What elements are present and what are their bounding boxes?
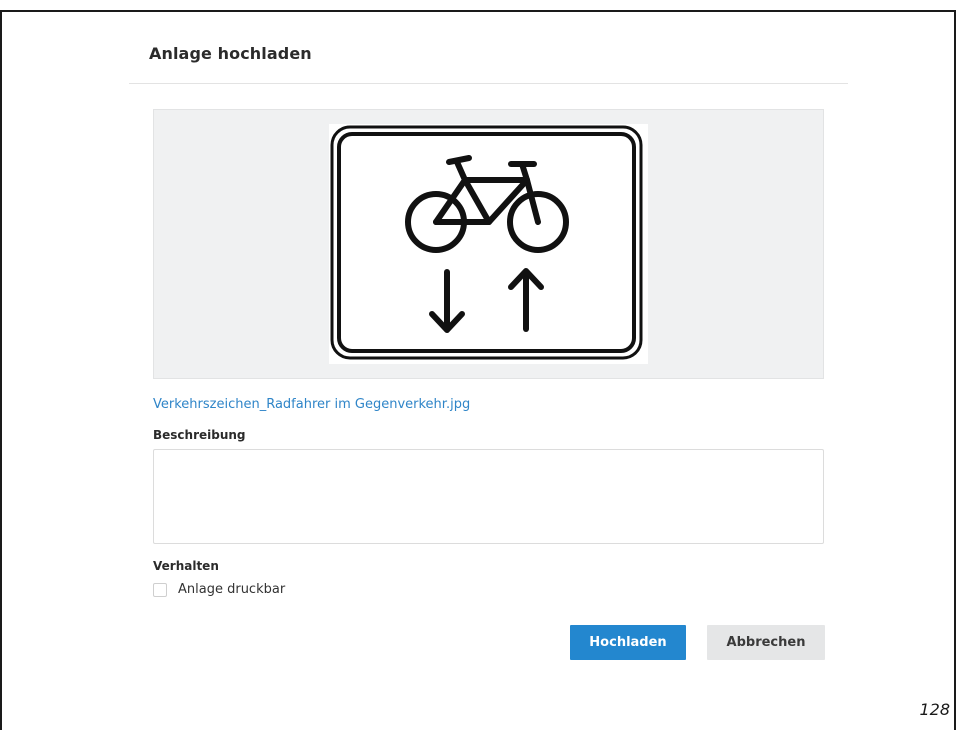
- upload-button[interactable]: Hochladen: [570, 625, 686, 660]
- title-divider: [129, 83, 848, 84]
- cancel-button[interactable]: Abbrechen: [707, 625, 825, 660]
- printable-checkbox-row[interactable]: Anlage druckbar: [153, 582, 285, 597]
- description-label: Beschreibung: [153, 428, 246, 442]
- printable-checkbox-label: Anlage druckbar: [178, 582, 286, 597]
- dialog-title: Anlage hochladen: [149, 44, 312, 63]
- description-textarea[interactable]: [153, 449, 824, 544]
- behavior-label: Verhalten: [153, 559, 219, 573]
- file-name-link[interactable]: Verkehrszeichen_Radfahrer im Gegenverkeh…: [153, 397, 470, 412]
- traffic-sign-bicycle-two-way-icon: [329, 124, 648, 364]
- page-number: 128: [919, 700, 950, 719]
- printable-checkbox[interactable]: [153, 582, 167, 597]
